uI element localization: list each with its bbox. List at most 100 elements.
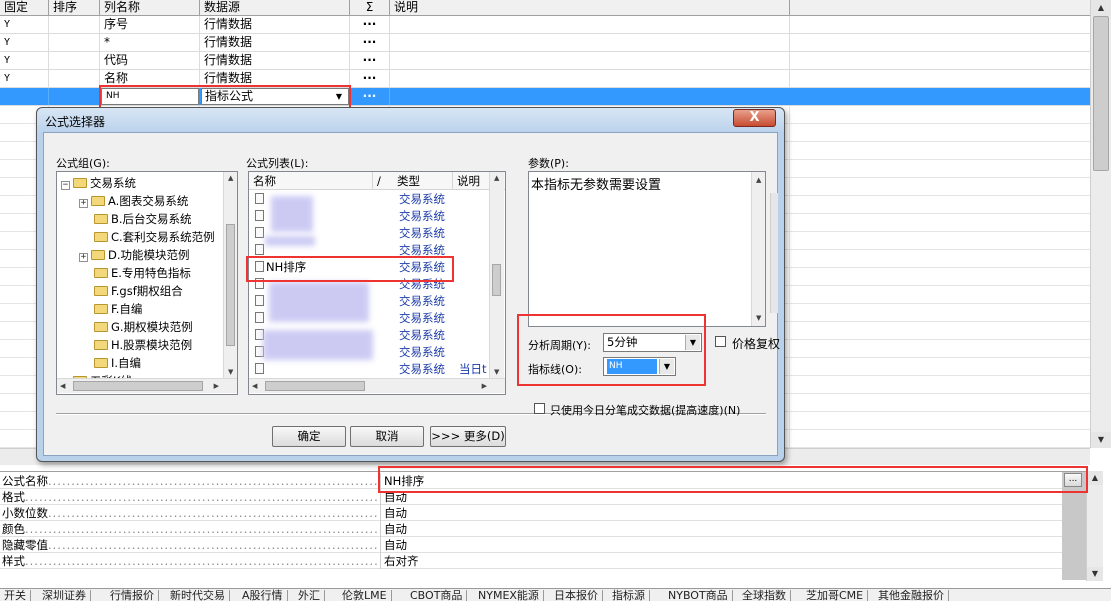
tree-item[interactable]: + D.功能模块范例 <box>79 246 190 264</box>
property-value[interactable]: 右对齐 <box>384 553 419 569</box>
data-source-dropdown[interactable]: 指标公式 ▼ <box>201 88 349 105</box>
bottom-tab[interactable]: 行情报价 <box>106 590 159 601</box>
chevron-down-icon[interactable]: ▼ <box>332 90 346 103</box>
grid-vertical-scrollbar[interactable]: ▲ ▼ <box>1090 0 1111 448</box>
cell-sigma-button[interactable]: ··· <box>350 52 390 69</box>
scroll-right-icon[interactable]: ▶ <box>214 382 219 390</box>
today-only-checkbox[interactable] <box>534 403 545 414</box>
table-row[interactable]: Y 序号 行情数据 ··· <box>0 16 1090 34</box>
column-name-input[interactable]: NH <box>101 88 199 105</box>
cell-sigma-button[interactable]: ··· <box>350 70 390 87</box>
close-button[interactable]: X <box>733 109 776 127</box>
tree-item[interactable]: H.股票模块范例 <box>79 336 192 354</box>
formula-group-tree[interactable]: − 交易系统 + A.图表交易系统 B.后台交易系统 C.套利交易系统范例 + D.功能模块… <box>56 171 238 395</box>
bottom-tab[interactable]: A股行情 <box>238 590 288 601</box>
list-horizontal-scrollbar[interactable]: ◀ ▶ <box>249 378 505 393</box>
params-box[interactable]: 本指标无参数需要设置 ▲ ▼ <box>528 171 766 327</box>
scroll-left-icon[interactable]: ◀ <box>60 382 65 390</box>
bottom-tab[interactable]: 其他金融报价 <box>874 590 949 601</box>
price-adjust-checkbox[interactable] <box>715 336 726 347</box>
tree-item[interactable]: E.专用特色指标 <box>79 264 191 282</box>
formula-list[interactable]: 名称 / 类型 说明 交易系统 交易系统 交易系统 交易系统 NH排序 交易系统 交易系统交… <box>248 171 506 395</box>
expand-icon[interactable]: + <box>79 199 88 208</box>
list-vertical-scrollbar[interactable]: ▲ ▼ <box>489 172 504 378</box>
table-row[interactable]: Y * 行情数据 ··· <box>0 34 1090 52</box>
property-row[interactable]: 样式 右对齐 <box>0 553 1062 569</box>
scroll-down-icon[interactable]: ▼ <box>494 368 499 376</box>
tree-item[interactable]: + A.图表交易系统 <box>79 192 188 210</box>
col-header-sigma[interactable]: Σ <box>350 0 390 16</box>
col-header-type[interactable]: 类型 <box>393 172 453 190</box>
params-scrollbar[interactable]: ▲ ▼ <box>751 172 765 326</box>
scroll-up-icon[interactable]: ▲ <box>1091 0 1111 16</box>
scroll-thumb[interactable] <box>265 381 365 391</box>
scroll-down-icon[interactable]: ▼ <box>228 368 233 376</box>
cell-sigma-button[interactable]: ··· <box>350 88 390 105</box>
tree-item[interactable]: G.期权模块范例 <box>79 318 193 336</box>
tree-horizontal-scrollbar[interactable]: ◀ ▶ <box>57 378 237 393</box>
bottom-tab[interactable]: NYMEX能源 <box>474 590 544 601</box>
bottom-tab[interactable]: 全球指数 <box>738 590 791 601</box>
cell-sigma-button[interactable]: ··· <box>350 34 390 51</box>
scroll-thumb[interactable] <box>226 224 235 346</box>
scroll-down-icon[interactable]: ▼ <box>1091 432 1111 448</box>
tree-root[interactable]: − 交易系统 <box>61 174 136 192</box>
col-header-name[interactable]: 列名称 <box>100 0 200 16</box>
formula-list-item[interactable]: NH排序 交易系统 <box>249 259 505 276</box>
scroll-left-icon[interactable]: ◀ <box>252 382 257 390</box>
bottom-tab[interactable]: 深圳证券 <box>38 590 91 601</box>
more-button[interactable]: >>> 更多(D) <box>430 426 506 447</box>
properties-scrollbar[interactable]: ▲ ▼ <box>1086 471 1103 581</box>
property-row[interactable]: 隐藏零值 自动 <box>0 537 1062 553</box>
ok-button[interactable]: 确定 <box>272 426 346 447</box>
bottom-tab[interactable]: CBOT商品 <box>406 590 468 601</box>
tree-item[interactable]: F.自编 <box>79 300 142 318</box>
property-value[interactable]: NH排序 <box>384 473 424 489</box>
tree-item[interactable]: B.后台交易系统 <box>79 210 192 228</box>
scroll-right-icon[interactable]: ▶ <box>482 382 487 390</box>
bottom-tab[interactable]: 指标源 <box>608 590 650 601</box>
collapse-icon[interactable]: − <box>61 181 70 190</box>
cell-sigma-button[interactable]: ··· <box>350 16 390 33</box>
expand-icon[interactable]: + <box>79 253 88 262</box>
property-row[interactable]: 小数位数 自动 <box>0 505 1062 521</box>
property-value[interactable]: 自动 <box>384 537 407 553</box>
bottom-tab[interactable]: NYBOT商品 <box>664 590 733 601</box>
scroll-up-icon[interactable]: ▲ <box>1087 471 1103 485</box>
property-row[interactable]: 公式名称 NH排序 <box>0 473 1062 489</box>
cancel-button[interactable]: 取消 <box>350 426 424 447</box>
property-row[interactable]: 格式 自动 <box>0 489 1062 505</box>
formula-list-item[interactable]: 交易系统 当日t <box>249 361 505 378</box>
scroll-up-icon[interactable]: ▲ <box>228 174 233 182</box>
table-row[interactable]: Y 名称 行情数据 ··· <box>0 70 1090 88</box>
property-value[interactable]: 自动 <box>384 521 407 537</box>
bottom-tab[interactable]: 开关 <box>0 590 31 601</box>
scroll-thumb[interactable] <box>73 381 203 391</box>
indicator-select[interactable]: NH ▼ <box>603 357 676 376</box>
period-select[interactable]: 5分钟 ▼ <box>603 333 702 352</box>
col-header-desc[interactable]: 说明 <box>453 172 493 190</box>
tree-item[interactable]: I.自编 <box>79 354 141 372</box>
chevron-down-icon[interactable]: ▼ <box>685 335 700 350</box>
bottom-tab[interactable]: 新时代交易 <box>166 590 230 601</box>
col-header-desc[interactable]: 说明 <box>390 0 790 16</box>
col-header-fixed[interactable]: 固定 <box>0 0 49 16</box>
bottom-tab[interactable]: 日本报价 <box>550 590 603 601</box>
scroll-up-icon[interactable]: ▲ <box>756 176 761 184</box>
bottom-tab[interactable]: 芝加哥CME <box>802 590 869 601</box>
col-header-source[interactable]: 数据源 <box>200 0 350 16</box>
formula-name-browse-button[interactable]: ... <box>1064 473 1082 487</box>
tree-item[interactable]: F.gsf期权组合 <box>79 282 183 300</box>
property-value[interactable]: 自动 <box>384 489 407 505</box>
scroll-down-icon[interactable]: ▼ <box>756 314 761 322</box>
dialog-titlebar[interactable]: 公式选择器 X <box>37 108 784 132</box>
col-header-sort[interactable]: 排序 <box>49 0 100 16</box>
bottom-tab[interactable]: 外汇 <box>294 590 325 601</box>
tree-item[interactable]: C.套利交易系统范例 <box>79 228 215 246</box>
property-value[interactable]: 自动 <box>384 505 407 521</box>
chevron-down-icon[interactable]: ▼ <box>659 359 674 374</box>
col-header-name[interactable]: 名称 <box>249 172 373 190</box>
property-row[interactable]: 颜色 自动 <box>0 521 1062 537</box>
table-row[interactable]: Y 代码 行情数据 ··· <box>0 52 1090 70</box>
scroll-up-icon[interactable]: ▲ <box>494 174 499 182</box>
